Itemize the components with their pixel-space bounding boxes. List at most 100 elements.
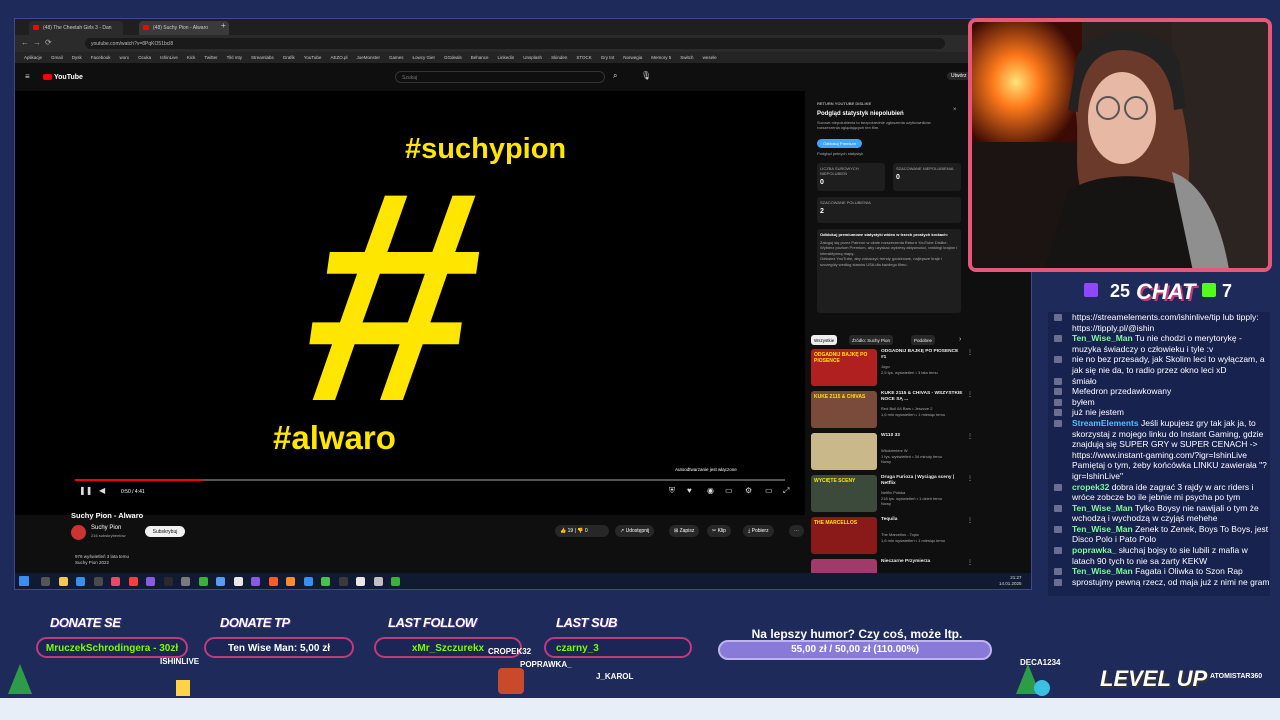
bookmark-item[interactable]: GGdeals — [444, 55, 462, 60]
youtube-logo[interactable]: YouTube — [43, 74, 83, 81]
url-field[interactable]: youtube.com/watch?v=8PqKO51bcl8 — [85, 38, 945, 49]
system-clock[interactable]: 21:27 14.01.2025 — [999, 575, 1022, 586]
recommended-title[interactable]: Nieczarne Przymierza — [881, 559, 963, 565]
taskbar-app-icon[interactable] — [286, 577, 295, 586]
more-actions-icon[interactable]: ⋯ — [789, 525, 804, 537]
taskbar-app-icon[interactable] — [146, 577, 155, 586]
chat-username[interactable]: StreamElements — [1072, 418, 1139, 428]
bookmark-item[interactable]: wesele — [703, 55, 717, 60]
video-thumbnail[interactable]: ODGADNIJ BAJKĘ PO PIOSENCE — [811, 349, 877, 386]
video-description[interactable]: 976 wyświetleń 3 lata temu Suchy Pion 202… — [75, 554, 129, 566]
bookmark-item[interactable]: Memory 5 — [651, 55, 671, 60]
recommended-video[interactable]: THE MARCELLOS Tequila The Marcellos - Topi… — [811, 517, 976, 557]
close-icon[interactable]: × — [953, 107, 957, 113]
chat-username[interactable]: Ten_Wise_Man — [1072, 566, 1133, 576]
progress-bar[interactable] — [75, 479, 785, 481]
video-thumbnail[interactable] — [811, 433, 877, 470]
taskbar-app-icon[interactable] — [216, 577, 225, 586]
ryd-sub-link[interactable]: Podgląd pełnych statystyk — [817, 151, 863, 156]
bookmark-item[interactable]: Switch — [680, 55, 693, 60]
recommended-title[interactable]: W110 33 — [881, 433, 963, 439]
taskbar-app-icon[interactable] — [76, 577, 85, 586]
bookmark-item[interactable]: Ocuka — [138, 55, 151, 60]
more-options-icon[interactable]: ⋮ — [967, 349, 973, 356]
taskbar-app-icon[interactable] — [391, 577, 400, 586]
subtitles-icon[interactable]: ▭ — [725, 487, 733, 495]
share-button[interactable]: ↗ Udostępnij — [615, 525, 655, 537]
subscribe-button[interactable]: Subskrybuj — [145, 526, 185, 537]
chip-all[interactable]: Wszystkie — [811, 335, 838, 345]
shield-icon[interactable]: ⛨ — [669, 487, 677, 495]
bookmark-item[interactable]: JoeMonster — [356, 55, 380, 60]
bookmark-item[interactable]: worx — [120, 55, 130, 60]
taskbar-app-icon[interactable] — [303, 577, 313, 586]
more-options-icon[interactable]: ⋮ — [967, 517, 973, 524]
bookmark-item[interactable]: IshinLive — [160, 55, 178, 60]
taskbar-app-icon[interactable] — [41, 577, 50, 586]
browser-tab-active[interactable]: (48) Suchy Pion - Alwaro — [139, 21, 229, 35]
settings-icon[interactable]: ⚙ — [745, 487, 753, 495]
recommended-title[interactable]: Druga Furioza | Wyciąga sceny | Netflix — [881, 475, 963, 487]
mic-icon[interactable]: 🎙 — [641, 71, 651, 80]
taskbar-app-icon[interactable] — [268, 577, 278, 586]
nav-arrows-icon[interactable]: ←→⟳ — [21, 38, 56, 47]
bookmark-item[interactable]: Kick — [187, 55, 196, 60]
bookmark-item[interactable]: Dysk — [72, 55, 82, 60]
chat-username[interactable]: Ten_Wise_Man — [1072, 524, 1133, 534]
windows-start-icon[interactable] — [19, 576, 29, 586]
chat-username[interactable]: Ten_Wise_Man — [1072, 333, 1133, 343]
channel-avatar[interactable] — [71, 525, 86, 540]
taskbar-app-icon[interactable] — [233, 577, 243, 586]
video-thumbnail[interactable]: WYCIĘTE SCENY — [811, 475, 877, 512]
pause-icon[interactable]: ❚❚ — [79, 487, 92, 495]
taskbar-app-icon[interactable] — [128, 577, 138, 586]
taskbar-app-icon[interactable] — [163, 577, 173, 586]
download-button[interactable]: ⤓ Pobierz — [743, 525, 774, 537]
bookmark-item[interactable]: YouTube — [304, 55, 322, 60]
recommended-video[interactable]: WYCIĘTE SCENY Druga Furioza | Wyciąga sce… — [811, 475, 976, 515]
video-thumbnail[interactable]: THE MARCELLOS — [811, 517, 877, 554]
taskbar-app-icon[interactable] — [58, 577, 68, 586]
autoplay-toggle-icon[interactable]: ◉ — [707, 487, 715, 495]
bookmark-item[interactable]: Unsplash — [523, 55, 542, 60]
bookmark-item[interactable]: Facebook — [91, 55, 111, 60]
bookmark-item[interactable]: Behance — [471, 55, 489, 60]
more-options-icon[interactable]: ⋮ — [967, 475, 973, 482]
more-options-icon[interactable]: ⋮ — [967, 391, 973, 398]
bookmark-item[interactable]: Linkedin — [498, 55, 515, 60]
bookmark-item[interactable]: Norwegia — [623, 55, 642, 60]
new-tab-icon[interactable]: + — [221, 21, 226, 30]
chevron-right-icon[interactable]: › — [959, 336, 961, 343]
search-input[interactable]: Szukaj — [395, 71, 605, 83]
bookmark-item[interactable]: Streamlabs — [251, 55, 274, 60]
video-thumbnail[interactable]: KUKE 2115 & CHIVAS — [811, 391, 877, 428]
more-options-icon[interactable]: ⋮ — [967, 559, 973, 566]
save-button[interactable]: ⊞ Zapisz — [669, 525, 700, 537]
browser-tab[interactable]: (48) The Cheetah Girls 3 - Dan — [29, 21, 123, 35]
search-icon[interactable]: ⌕ — [613, 71, 617, 81]
fullscreen-icon[interactable]: ⤢ — [783, 487, 791, 495]
recommended-title[interactable]: KUKE 2115 & CHIVAS - WSZYSTKIE NOCE SĄ .… — [881, 391, 963, 403]
heart-icon[interactable]: ♥ — [687, 487, 695, 495]
taskbar-app-icon[interactable] — [181, 577, 190, 586]
bookmark-item[interactable]: Łowcy Gier — [412, 55, 435, 60]
bookmark-item[interactable]: Twitter — [204, 55, 217, 60]
theater-icon[interactable]: ▭ — [765, 487, 773, 495]
clip-button[interactable]: ✂ Klip — [707, 525, 731, 537]
chat-username[interactable]: poprawka_ — [1072, 545, 1116, 555]
more-options-icon[interactable]: ⋮ — [967, 433, 973, 440]
volume-icon[interactable]: ◀ — [99, 487, 107, 495]
taskbar-app-icon[interactable] — [356, 577, 365, 586]
bookmark-item[interactable]: Grafik — [283, 55, 295, 60]
bookmark-item[interactable]: AEZO.pl — [330, 55, 347, 60]
recommended-title[interactable]: Tequila — [881, 517, 963, 523]
taskbar-app-icon[interactable] — [338, 577, 348, 586]
taskbar-app-icon[interactable] — [321, 577, 330, 586]
bookmark-item[interactable]: Skinden — [551, 55, 567, 60]
bookmark-item[interactable]: Gmail — [51, 55, 63, 60]
chat-username[interactable]: Ten_Wise_Man — [1072, 503, 1133, 513]
bookmark-item[interactable]: Aplikacje — [24, 55, 42, 60]
taskbar-app-icon[interactable] — [251, 577, 260, 586]
bookmark-item[interactable]: STOCK — [576, 55, 591, 60]
recommended-video[interactable]: KUKE 2115 & CHIVAS KUKE 2115 & CHIVAS - W… — [811, 391, 976, 431]
